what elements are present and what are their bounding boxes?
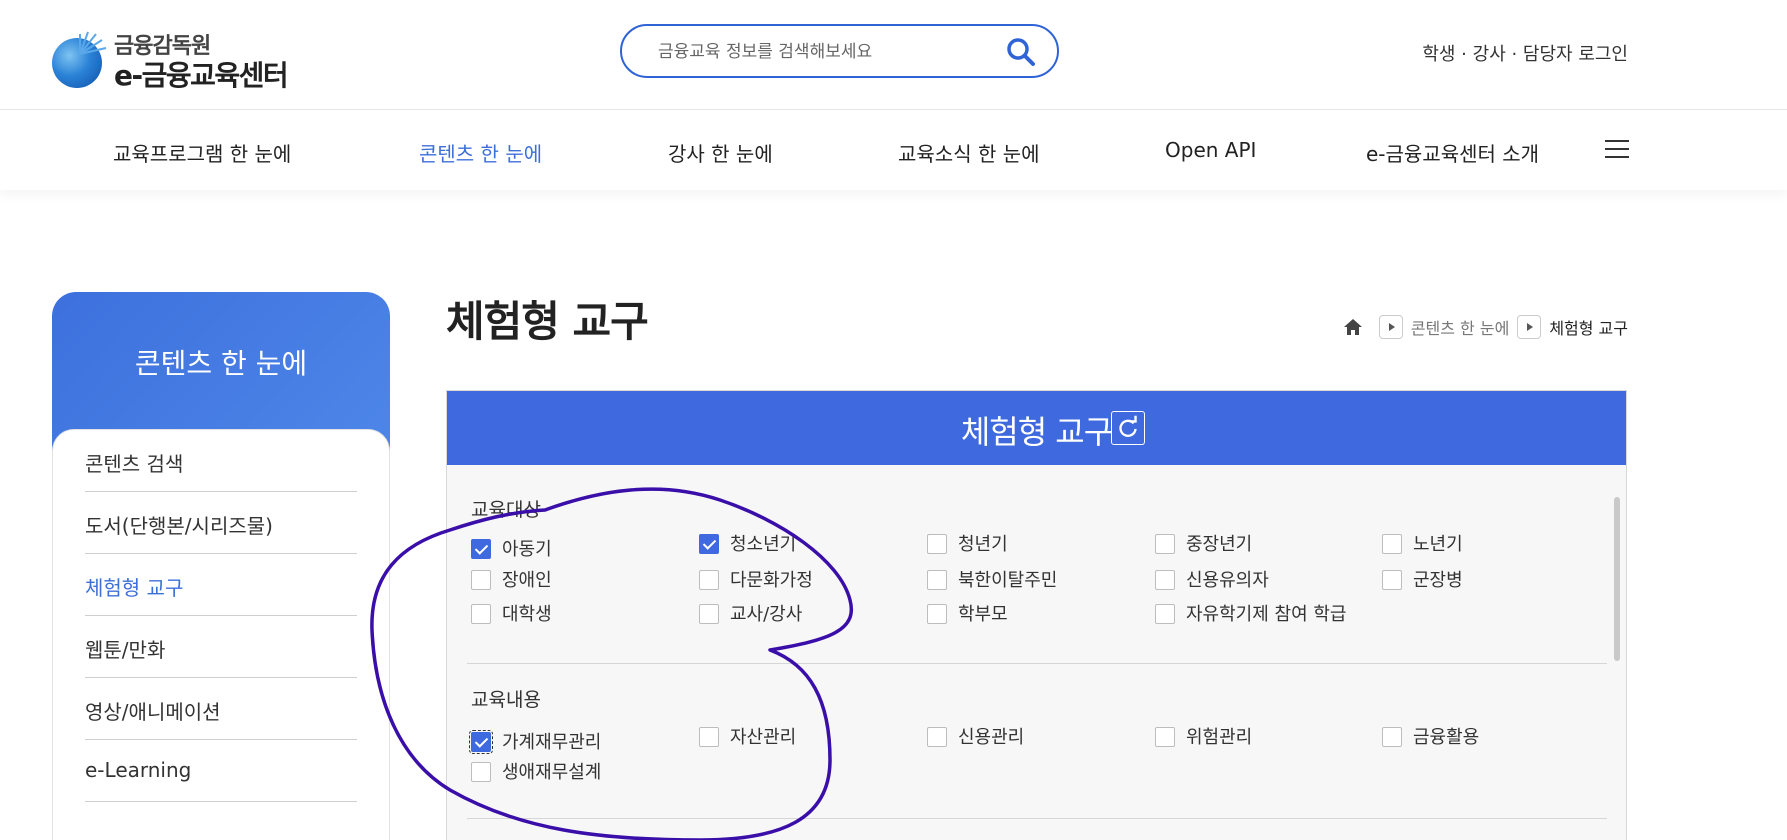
logo-site-name: e-금융교육센터 (114, 59, 289, 92)
sidebar-item-label: 콘텐츠 검색 (85, 452, 184, 476)
checkbox-label: 자산관리 (730, 727, 797, 748)
checkbox-label: 금융활용 (1413, 727, 1480, 748)
checkbox-label: 생애재무설계 (502, 762, 602, 783)
breadcrumb-item-contents[interactable]: 콘텐츠 한 눈에 (1411, 315, 1510, 339)
sidebar-item-label: 영상/애니메이션 (85, 700, 221, 724)
checkbox[interactable] (469, 730, 493, 754)
checkbox-label: 아동기 (502, 539, 552, 560)
login-link[interactable]: 학생 · 강사 · 담당자 로그인 (1422, 40, 1628, 66)
group-label-content: 교육내용 (471, 689, 541, 711)
checkbox[interactable] (1382, 534, 1402, 554)
group-divider (467, 663, 1607, 664)
sidebar-menu: 콘텐츠 검색 도서(단행본/시리즈물) 체험형 교구 웹툰/만화 영상/애니메이… (52, 429, 390, 840)
search-input[interactable] (658, 40, 988, 64)
checkbox-label: 위험관리 (1186, 727, 1253, 748)
checkbox-label: 청년기 (958, 534, 1008, 555)
breadcrumb-arrow-icon (1517, 315, 1542, 339)
checkbox[interactable] (927, 570, 947, 590)
checkbox[interactable] (1155, 727, 1175, 747)
nav-about[interactable]: e-금융교육센터 소개 (1366, 138, 1539, 167)
checkbox[interactable] (927, 604, 947, 624)
checkbox-label: 노년기 (1413, 534, 1463, 555)
site-logo[interactable]: 금융감독원 e-금융교육센터 (52, 28, 292, 92)
sidebar-item-experience-kits[interactable]: 체험형 교구 (85, 554, 357, 616)
group-divider (467, 818, 1607, 819)
checkbox-label: 학부모 (958, 604, 1008, 625)
checkbox[interactable] (699, 534, 719, 554)
sidebar-item-label: 웹툰/만화 (85, 638, 166, 662)
main-nav: 교육프로그램 한 눈에 콘텐츠 한 눈에 강사 한 눈에 교육소식 한 눈에 O… (0, 110, 1787, 190)
breadcrumb-arrow-icon (1378, 315, 1403, 339)
nav-open-api[interactable]: Open API (1165, 138, 1256, 162)
breadcrumb: 콘텐츠 한 눈에 체험형 교구 (1343, 315, 1628, 339)
checkbox[interactable] (1155, 534, 1175, 554)
sidebar-item-label: 도서(단행본/시리즈물) (85, 514, 273, 538)
filter-panel-title-text: 체험형 교구 (960, 413, 1113, 451)
checkbox-label: 가계재무관리 (502, 732, 602, 753)
checkbox-label: 신용유의자 (1186, 570, 1269, 591)
checkbox-label: 자유학기제 참여 학급 (1186, 604, 1347, 625)
checkbox-label: 중장년기 (1186, 534, 1253, 555)
checkbox-label: 청소년기 (730, 534, 797, 555)
sidebar: 콘텐츠 한 눈에 콘텐츠 검색 도서(단행본/시리즈물) 체험형 교구 웹툰/만… (52, 292, 390, 840)
nav-education-programs[interactable]: 교육프로그램 한 눈에 (113, 138, 291, 167)
sidebar-title: 콘텐츠 한 눈에 (134, 347, 308, 380)
filter-panel-header: 체험형 교구 (447, 391, 1626, 465)
checkbox-label: 다문화가정 (730, 570, 813, 591)
logo-rays-icon (79, 31, 107, 55)
checkbox[interactable] (699, 604, 719, 624)
checkbox[interactable] (471, 604, 491, 624)
checkbox[interactable] (1155, 570, 1175, 590)
page-title: 체험형 교구 (446, 297, 649, 346)
nav-instructors[interactable]: 강사 한 눈에 (668, 138, 773, 167)
sidebar-item-books[interactable]: 도서(단행본/시리즈물) (85, 492, 357, 554)
checkbox-label: 군장병 (1413, 570, 1463, 591)
checkbox-label: 장애인 (502, 570, 552, 591)
checkbox[interactable] (471, 762, 491, 782)
panel-scrollbar[interactable] (1614, 497, 1620, 661)
checkbox-label: 신용관리 (958, 727, 1025, 748)
group-label-target: 교육대상 (471, 499, 541, 521)
checkbox-label: 교사/강사 (730, 604, 803, 625)
nav-education-news[interactable]: 교육소식 한 눈에 (898, 138, 1040, 167)
search-icon[interactable] (1005, 36, 1037, 68)
sidebar-item-label: 체험형 교구 (85, 576, 184, 600)
home-icon[interactable] (1343, 317, 1363, 337)
nav-contents[interactable]: 콘텐츠 한 눈에 (419, 138, 542, 167)
sidebar-item-elearning[interactable]: e-Learning (85, 740, 357, 802)
sidebar-item-content-search[interactable]: 콘텐츠 검색 (85, 430, 357, 492)
site-header: 금융감독원 e-금융교육센터 학생 · 강사 · 담당자 로그인 (0, 0, 1787, 110)
checkbox[interactable] (1382, 570, 1402, 590)
checkbox[interactable] (471, 570, 491, 590)
checkbox-label: 북한이탈주민 (958, 570, 1058, 591)
breadcrumb-item-current: 체험형 교구 (1549, 319, 1628, 338)
menu-icon[interactable] (1605, 140, 1629, 160)
checkbox[interactable] (1155, 604, 1175, 624)
search-box (620, 24, 1059, 78)
sidebar-item-webtoon[interactable]: 웹툰/만화 (85, 616, 357, 678)
checkbox[interactable] (699, 570, 719, 590)
checkbox[interactable] (1382, 727, 1402, 747)
checkbox[interactable] (699, 727, 719, 747)
checkbox[interactable] (927, 727, 947, 747)
checkbox-label: 대학생 (502, 604, 552, 625)
sidebar-item-label: e-Learning (85, 758, 192, 782)
refresh-icon[interactable] (1111, 411, 1145, 445)
checkbox[interactable] (471, 539, 491, 559)
filter-panel: 체험형 교구 교육대상 아동기 청소년기 청년기 중장년기 노년기 장애인 다문… (446, 390, 1627, 840)
filter-panel-title: 체험형 교구 (447, 407, 1626, 453)
checkbox[interactable] (927, 534, 947, 554)
sidebar-item-video[interactable]: 영상/애니메이션 (85, 678, 357, 740)
